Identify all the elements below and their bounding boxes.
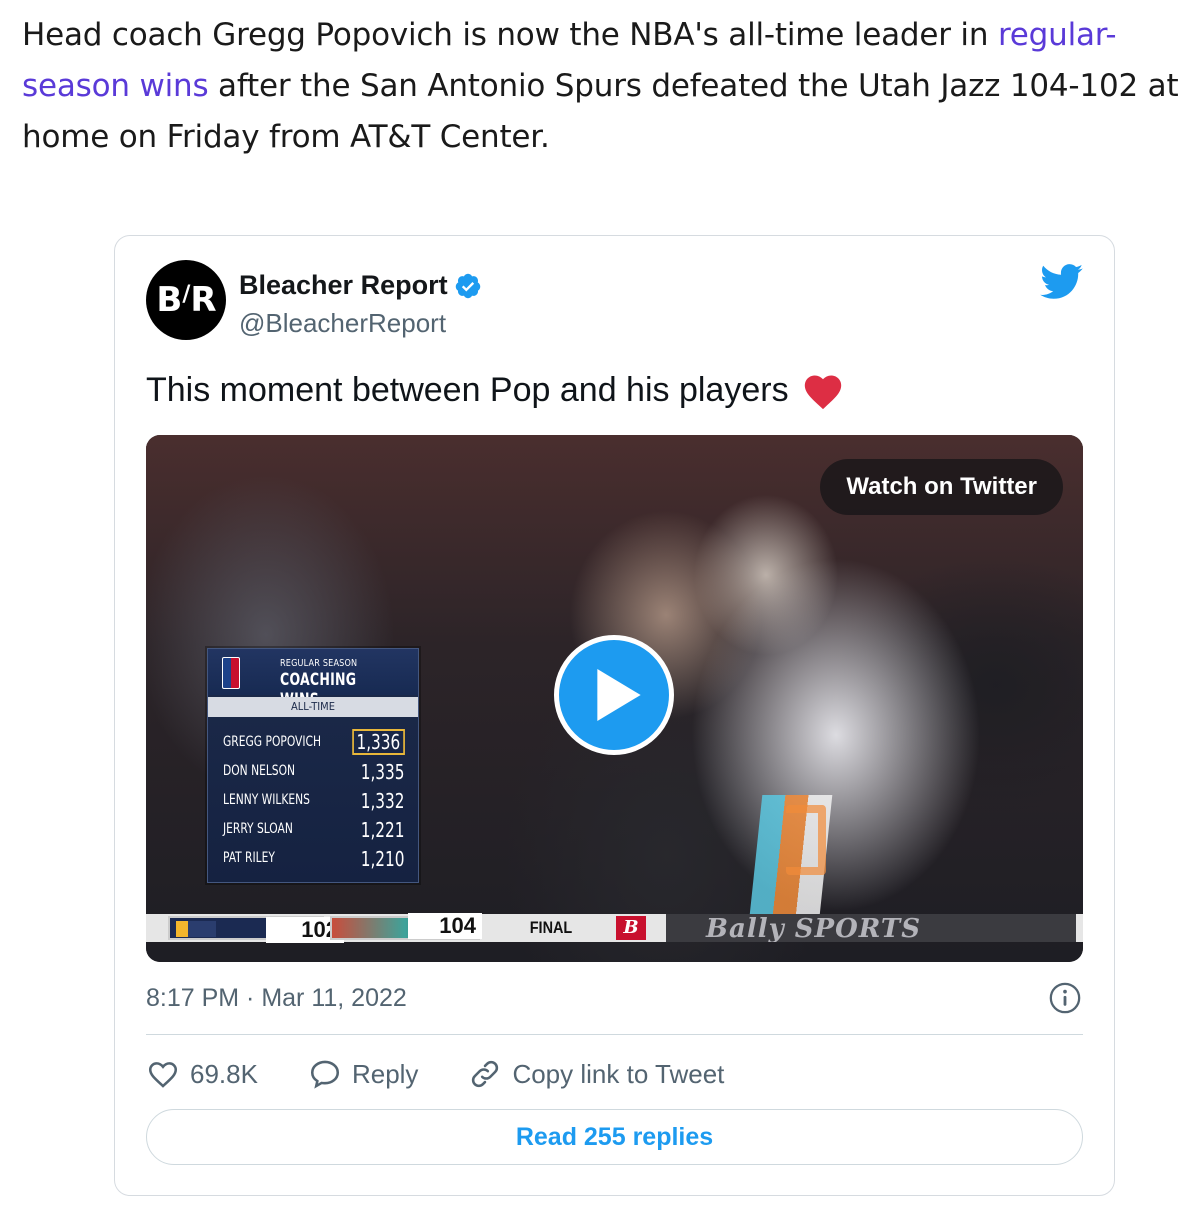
jazz-team-block: 102	[168, 916, 344, 943]
video-media[interactable]: Watch on Twitter REGULAR SEASON COACHING…	[146, 435, 1083, 962]
coaching-wins-graphic: REGULAR SEASON COACHING WINS ALL-TIME GR…	[207, 648, 419, 883]
coach-name: JERRY SLOAN	[223, 821, 293, 837]
avatar-letter-b: B	[156, 280, 182, 320]
article-paragraph: Head coach Gregg Popovich is now the NBA…	[22, 10, 1182, 163]
stats-subtitle: REGULAR SEASON	[280, 658, 358, 669]
jazz-logo-icon	[176, 921, 216, 937]
author-handle[interactable]: @BleacherReport	[239, 308, 446, 339]
stats-row: PAT RILEY 1,210	[208, 845, 418, 874]
stats-row: LENNY WILKENS 1,332	[208, 787, 418, 816]
game-status: FINAL	[529, 918, 573, 937]
embedded-tweet: B / R Bleacher Report @BleacherReport This…	[114, 235, 1115, 1196]
tweet-text: This moment between Pop and his players	[146, 370, 845, 410]
coach-wins: 1,336	[351, 729, 404, 755]
avatar-slash: /	[182, 281, 190, 307]
divider	[146, 1034, 1083, 1035]
like-count: 69.8K	[190, 1058, 258, 1089]
scoreboard: 102 104 FINAL B Bally SPORTS	[146, 913, 1083, 943]
link-icon	[472, 1060, 499, 1088]
stats-row: JERRY SLOAN 1,221	[208, 816, 418, 845]
coach-name: LENNY WILKENS	[223, 792, 310, 808]
article-text-before: Head coach Gregg Popovich is now the NBA…	[22, 17, 998, 53]
coach-name: DON NELSON	[223, 763, 296, 779]
nba-logo-icon	[222, 657, 240, 689]
play-icon	[597, 669, 641, 721]
info-icon[interactable]	[1048, 981, 1082, 1015]
stats-header: REGULAR SEASON COACHING WINS	[208, 649, 418, 710]
tweet-body: This moment between Pop and his players	[146, 370, 789, 409]
author-name-container[interactable]: Bleacher Report	[239, 270, 482, 301]
avatar-letter-r: R	[190, 280, 216, 320]
bally-logo-icon: B	[616, 916, 646, 940]
stats-row: DON NELSON 1,335	[208, 758, 418, 787]
stats-row: GREGG POPOVICH 1,336	[208, 729, 418, 758]
read-replies-button[interactable]: Read 255 replies	[146, 1109, 1083, 1165]
network-wordmark: Bally SPORTS	[666, 914, 1076, 942]
jersey-number-graphic	[786, 805, 826, 875]
coach-name: PAT RILEY	[223, 850, 275, 866]
watch-on-twitter-button[interactable]: Watch on Twitter	[820, 459, 1063, 515]
coach-wins: 1,210	[360, 847, 404, 871]
reply-button[interactable]: Reply	[308, 1057, 418, 1091]
tweet-timestamp[interactable]: 8:17 PM · Mar 11, 2022	[146, 984, 407, 1013]
tweet-actions: 69.8K Reply Copy link to Tweet	[146, 1054, 774, 1094]
reply-bubble-icon	[310, 1060, 339, 1089]
play-button[interactable]	[554, 635, 674, 755]
like-button[interactable]: 69.8K	[146, 1057, 258, 1091]
spurs-score: 104	[408, 913, 482, 939]
coach-wins: 1,332	[360, 789, 404, 813]
heart-outline-icon	[148, 1062, 178, 1088]
author-name[interactable]: Bleacher Report	[239, 270, 448, 301]
coach-name: GREGG POPOVICH	[223, 734, 322, 750]
stats-period: ALL-TIME	[208, 697, 418, 717]
coach-wins: 1,221	[360, 818, 404, 842]
stats-list: GREGG POPOVICH 1,336 DON NELSON 1,335 LE…	[208, 729, 418, 874]
reply-label: Reply	[351, 1058, 419, 1089]
coach-wins: 1,335	[360, 760, 404, 784]
copy-link-button[interactable]: Copy link to Tweet	[468, 1057, 724, 1091]
verified-badge-icon	[455, 273, 480, 298]
red-heart-icon	[804, 375, 841, 410]
copy-link-label: Copy link to Tweet	[512, 1058, 725, 1089]
avatar[interactable]: B / R	[146, 260, 226, 340]
twitter-bird-icon[interactable]	[1040, 264, 1084, 300]
